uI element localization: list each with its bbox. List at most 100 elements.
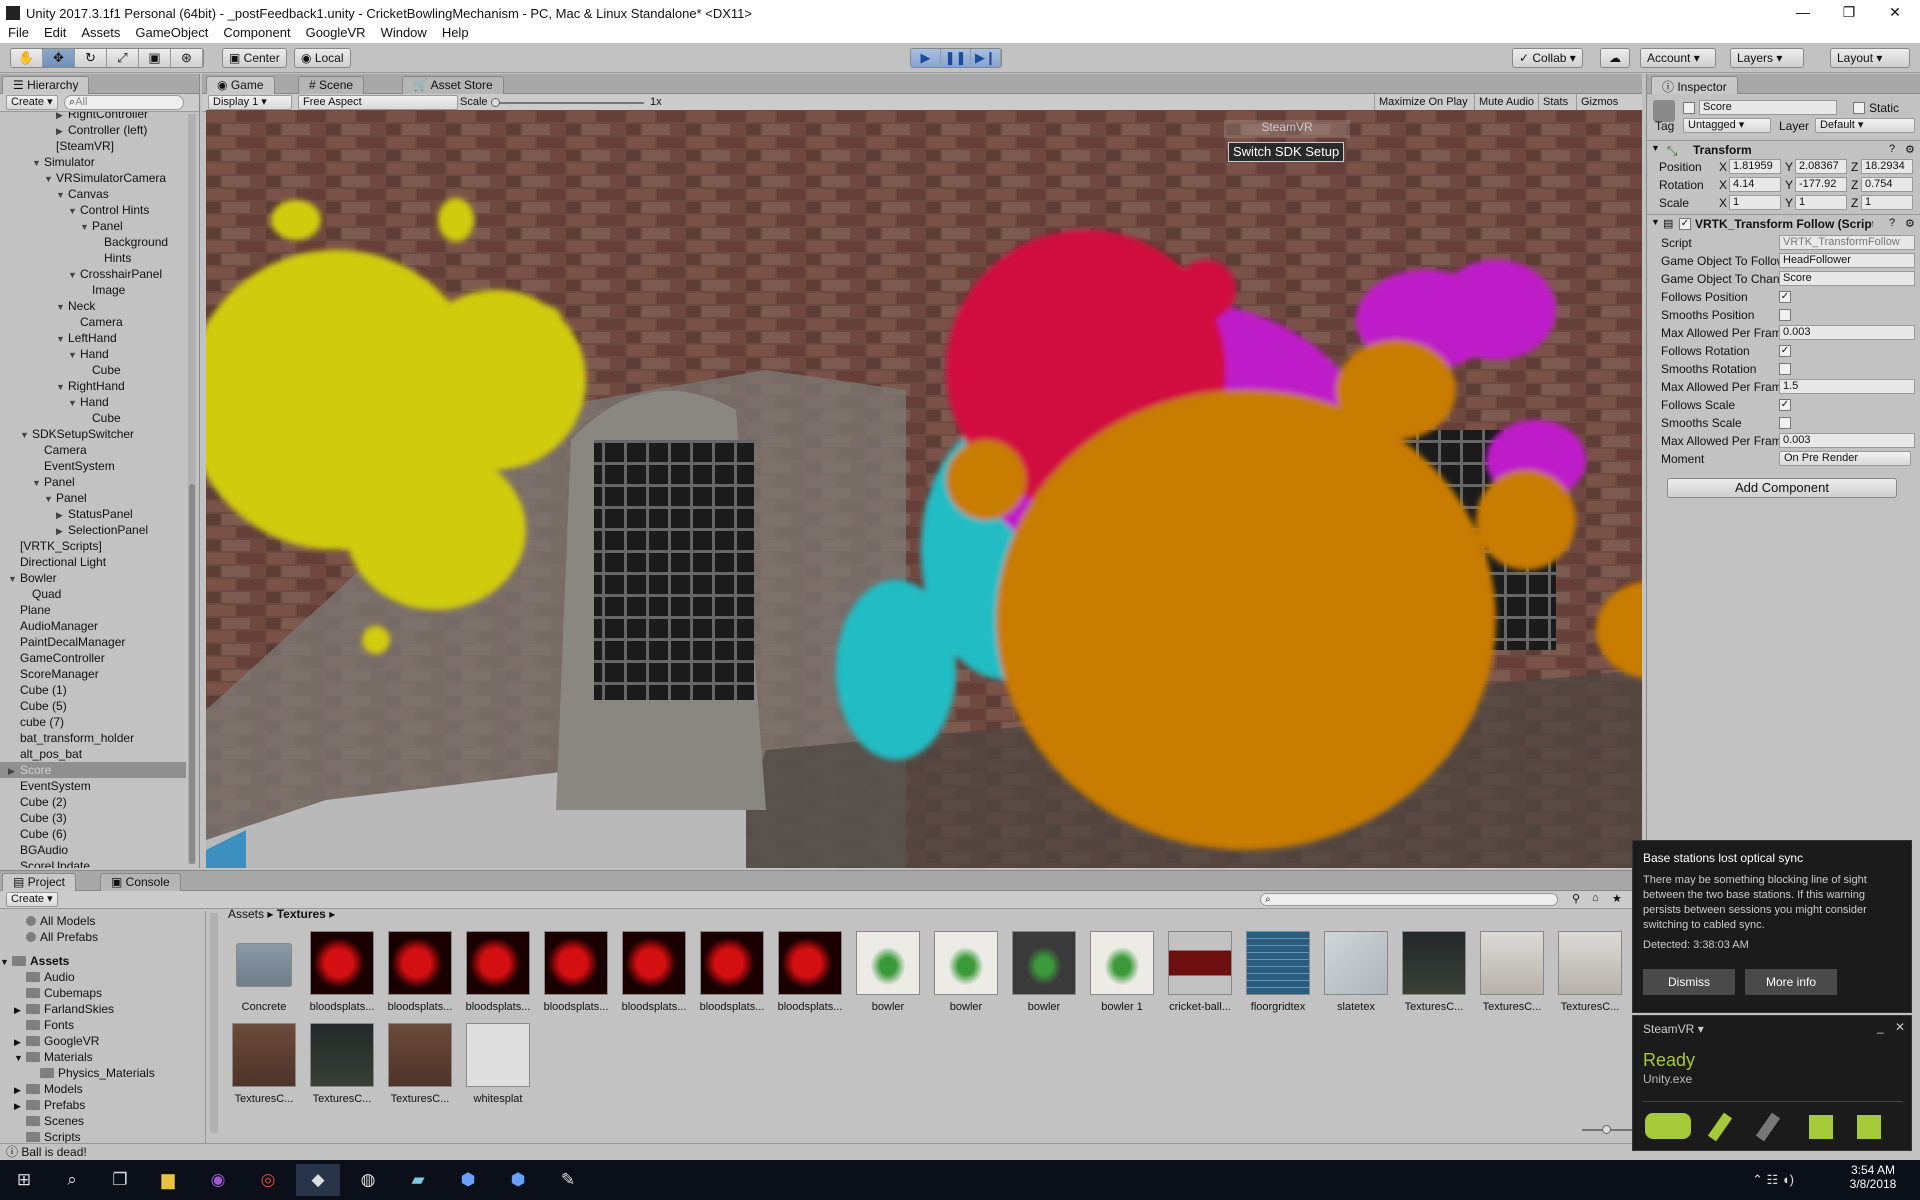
controller-off-icon[interactable] <box>1755 1112 1781 1142</box>
expand-arrow-icon[interactable]: ▶ <box>56 507 68 523</box>
hierarchy-item[interactable]: ▼ Simulator <box>0 154 186 170</box>
menu-component[interactable]: Component <box>215 23 297 43</box>
asset-item[interactable]: floorgridtex <box>1242 931 1314 1013</box>
menu-googlevr[interactable]: GoogleVR <box>298 23 373 43</box>
active-checkbox[interactable] <box>1683 102 1695 114</box>
hierarchy-item[interactable]: ScoreUpdate <box>0 858 186 868</box>
unity-icon[interactable]: ◆ <box>296 1164 340 1196</box>
hierarchy-item[interactable]: Background <box>0 234 186 250</box>
hierarchy-item[interactable]: ▼ Panel <box>0 490 186 506</box>
hierarchy-item[interactable]: ▼ Canvas <box>0 186 186 202</box>
asset-item[interactable]: TexturesC... <box>228 1023 300 1105</box>
app-icon[interactable]: ⬢ <box>496 1164 540 1196</box>
project-folder-item[interactable]: ▼ Assets <box>0 953 69 970</box>
hierarchy-item[interactable]: Camera <box>0 314 186 330</box>
asset-item[interactable]: bloodsplats... <box>540 931 612 1013</box>
project-create-dropdown[interactable]: Create ▾ <box>6 892 58 907</box>
pivot-center-button[interactable]: ▣ Center <box>222 48 287 68</box>
tab-asset-store[interactable]: 🛒 Asset Store <box>402 76 504 94</box>
asset-item[interactable]: TexturesC... <box>1398 931 1470 1013</box>
hierarchy-item[interactable]: PaintDecalManager <box>0 634 186 650</box>
hierarchy-item[interactable]: Cube (1) <box>0 682 186 698</box>
hierarchy-item[interactable]: [SteamVR] <box>0 138 186 154</box>
favorite-star-icon[interactable]: ★ <box>1612 892 1622 905</box>
switch-sdk-button[interactable]: Switch SDK Setup <box>1228 142 1345 162</box>
pause-icon[interactable]: ❚❚ <box>941 49 971 67</box>
project-folder-item[interactable]: All Prefabs <box>14 929 98 945</box>
component-checkbox[interactable]: ✓ <box>1779 291 1791 303</box>
expand-arrow-icon[interactable]: ▼ <box>0 954 12 970</box>
project-folder-item[interactable]: Fonts <box>14 1017 74 1033</box>
hierarchy-item[interactable]: Directional Light <box>0 554 186 570</box>
project-folder-item[interactable]: Audio <box>14 969 75 985</box>
hierarchy-item[interactable]: GameController <box>0 650 186 666</box>
rotation-x-field[interactable]: 4.14 <box>1729 177 1781 192</box>
filter-label-icon[interactable]: ⌂ <box>1592 892 1599 904</box>
component-checkbox[interactable] <box>1779 417 1791 429</box>
thumbnail-size-slider[interactable] <box>1582 1125 1632 1134</box>
asset-item[interactable]: Concrete <box>228 931 300 1013</box>
base-station-icon[interactable] <box>1857 1115 1881 1139</box>
project-folder-item[interactable]: ▶ Prefabs <box>14 1097 85 1114</box>
collab-button[interactable]: ✓ Collab ▾ <box>1512 48 1583 68</box>
hierarchy-item[interactable]: EventSystem <box>0 778 186 794</box>
gear-icon[interactable]: ⚙ <box>1905 143 1915 156</box>
tab-scene[interactable]: # Scene <box>298 76 365 94</box>
hierarchy-item[interactable]: Cube (3) <box>0 810 186 826</box>
scale-tool-icon[interactable]: ⤢ <box>107 49 139 67</box>
component-field[interactable]: HeadFollower <box>1779 253 1915 268</box>
hierarchy-item[interactable]: AudioManager <box>0 618 186 634</box>
static-checkbox[interactable] <box>1853 102 1865 114</box>
rotation-y-field[interactable]: -177.92 <box>1795 177 1847 192</box>
expand-arrow-icon[interactable]: ▼ <box>68 267 80 283</box>
help-icon[interactable]: ? <box>1889 143 1895 155</box>
hierarchy-item[interactable]: ▼ Neck <box>0 298 186 314</box>
rotate-tool-icon[interactable]: ↻ <box>75 49 107 67</box>
asset-item[interactable]: bloodsplats... <box>774 931 846 1013</box>
expand-arrow-icon[interactable]: ▶ <box>8 763 20 779</box>
menu-window[interactable]: Window <box>373 23 434 43</box>
headset-icon[interactable] <box>1645 1113 1691 1139</box>
component-checkbox[interactable]: ✓ <box>1779 345 1791 357</box>
hierarchy-item[interactable]: ▶ Controller (left) <box>0 122 186 138</box>
hierarchy-item[interactable]: Cube <box>0 410 186 426</box>
paint-icon[interactable]: ✎ <box>546 1164 590 1196</box>
hierarchy-item[interactable]: ▶ Score <box>0 762 186 778</box>
transform-tool-icon[interactable]: ⊛ <box>171 49 203 67</box>
hierarchy-item[interactable]: Quad <box>0 586 186 602</box>
asset-item[interactable]: TexturesC... <box>1476 931 1548 1013</box>
more-info-button[interactable]: More info <box>1745 969 1837 995</box>
file-explorer-icon[interactable]: ▆ <box>146 1164 190 1196</box>
component-field[interactable]: 0.003 <box>1779 433 1915 448</box>
breadcrumb-textures[interactable]: Textures <box>277 907 326 921</box>
chrome-icon[interactable]: ◎ <box>246 1164 290 1196</box>
expand-arrow-icon[interactable]: ▼ <box>56 331 68 347</box>
component-field[interactable]: 0.003 <box>1779 325 1915 340</box>
rotation-z-field[interactable]: 0.754 <box>1861 177 1913 192</box>
asset-item[interactable]: whitesplat <box>462 1023 534 1105</box>
menu-edit[interactable]: Edit <box>36 23 73 43</box>
hierarchy-item[interactable]: Camera <box>0 442 186 458</box>
close-icon[interactable]: ✕ <box>1895 1020 1905 1034</box>
asset-item[interactable]: bowler <box>930 931 1002 1013</box>
hierarchy-item[interactable]: ▶ RightController <box>0 112 186 122</box>
object-name-field[interactable]: Score <box>1699 100 1837 115</box>
expand-arrow-icon[interactable]: ▼ <box>68 395 80 411</box>
project-folder-item[interactable]: ▼ Materials <box>14 1049 93 1066</box>
hierarchy-item[interactable]: Cube (5) <box>0 698 186 714</box>
scale-y-field[interactable]: 1 <box>1795 195 1847 210</box>
media-app-icon[interactable]: ◉ <box>196 1164 240 1196</box>
expand-arrow-icon[interactable]: ▶ <box>14 1034 26 1050</box>
project-folder-item[interactable]: Physics_Materials <box>28 1065 155 1081</box>
hierarchy-item[interactable]: ▼ Control Hints <box>0 202 186 218</box>
account-dropdown[interactable]: Account ▾ <box>1640 48 1716 68</box>
tag-dropdown[interactable]: Untagged ▾ <box>1683 118 1771 133</box>
help-icon[interactable]: ? <box>1889 217 1895 229</box>
expand-arrow-icon[interactable]: ▶ <box>56 123 68 139</box>
expand-arrow-icon[interactable]: ▶ <box>14 1098 26 1114</box>
hierarchy-item[interactable]: ▶ StatusPanel <box>0 506 186 522</box>
aspect-dropdown[interactable]: Free Aspect <box>298 95 458 110</box>
hierarchy-item[interactable]: ▶ SelectionPanel <box>0 522 186 538</box>
add-component-button[interactable]: Add Component <box>1667 478 1897 498</box>
project-search-input[interactable]: ⌕ <box>1260 893 1558 906</box>
